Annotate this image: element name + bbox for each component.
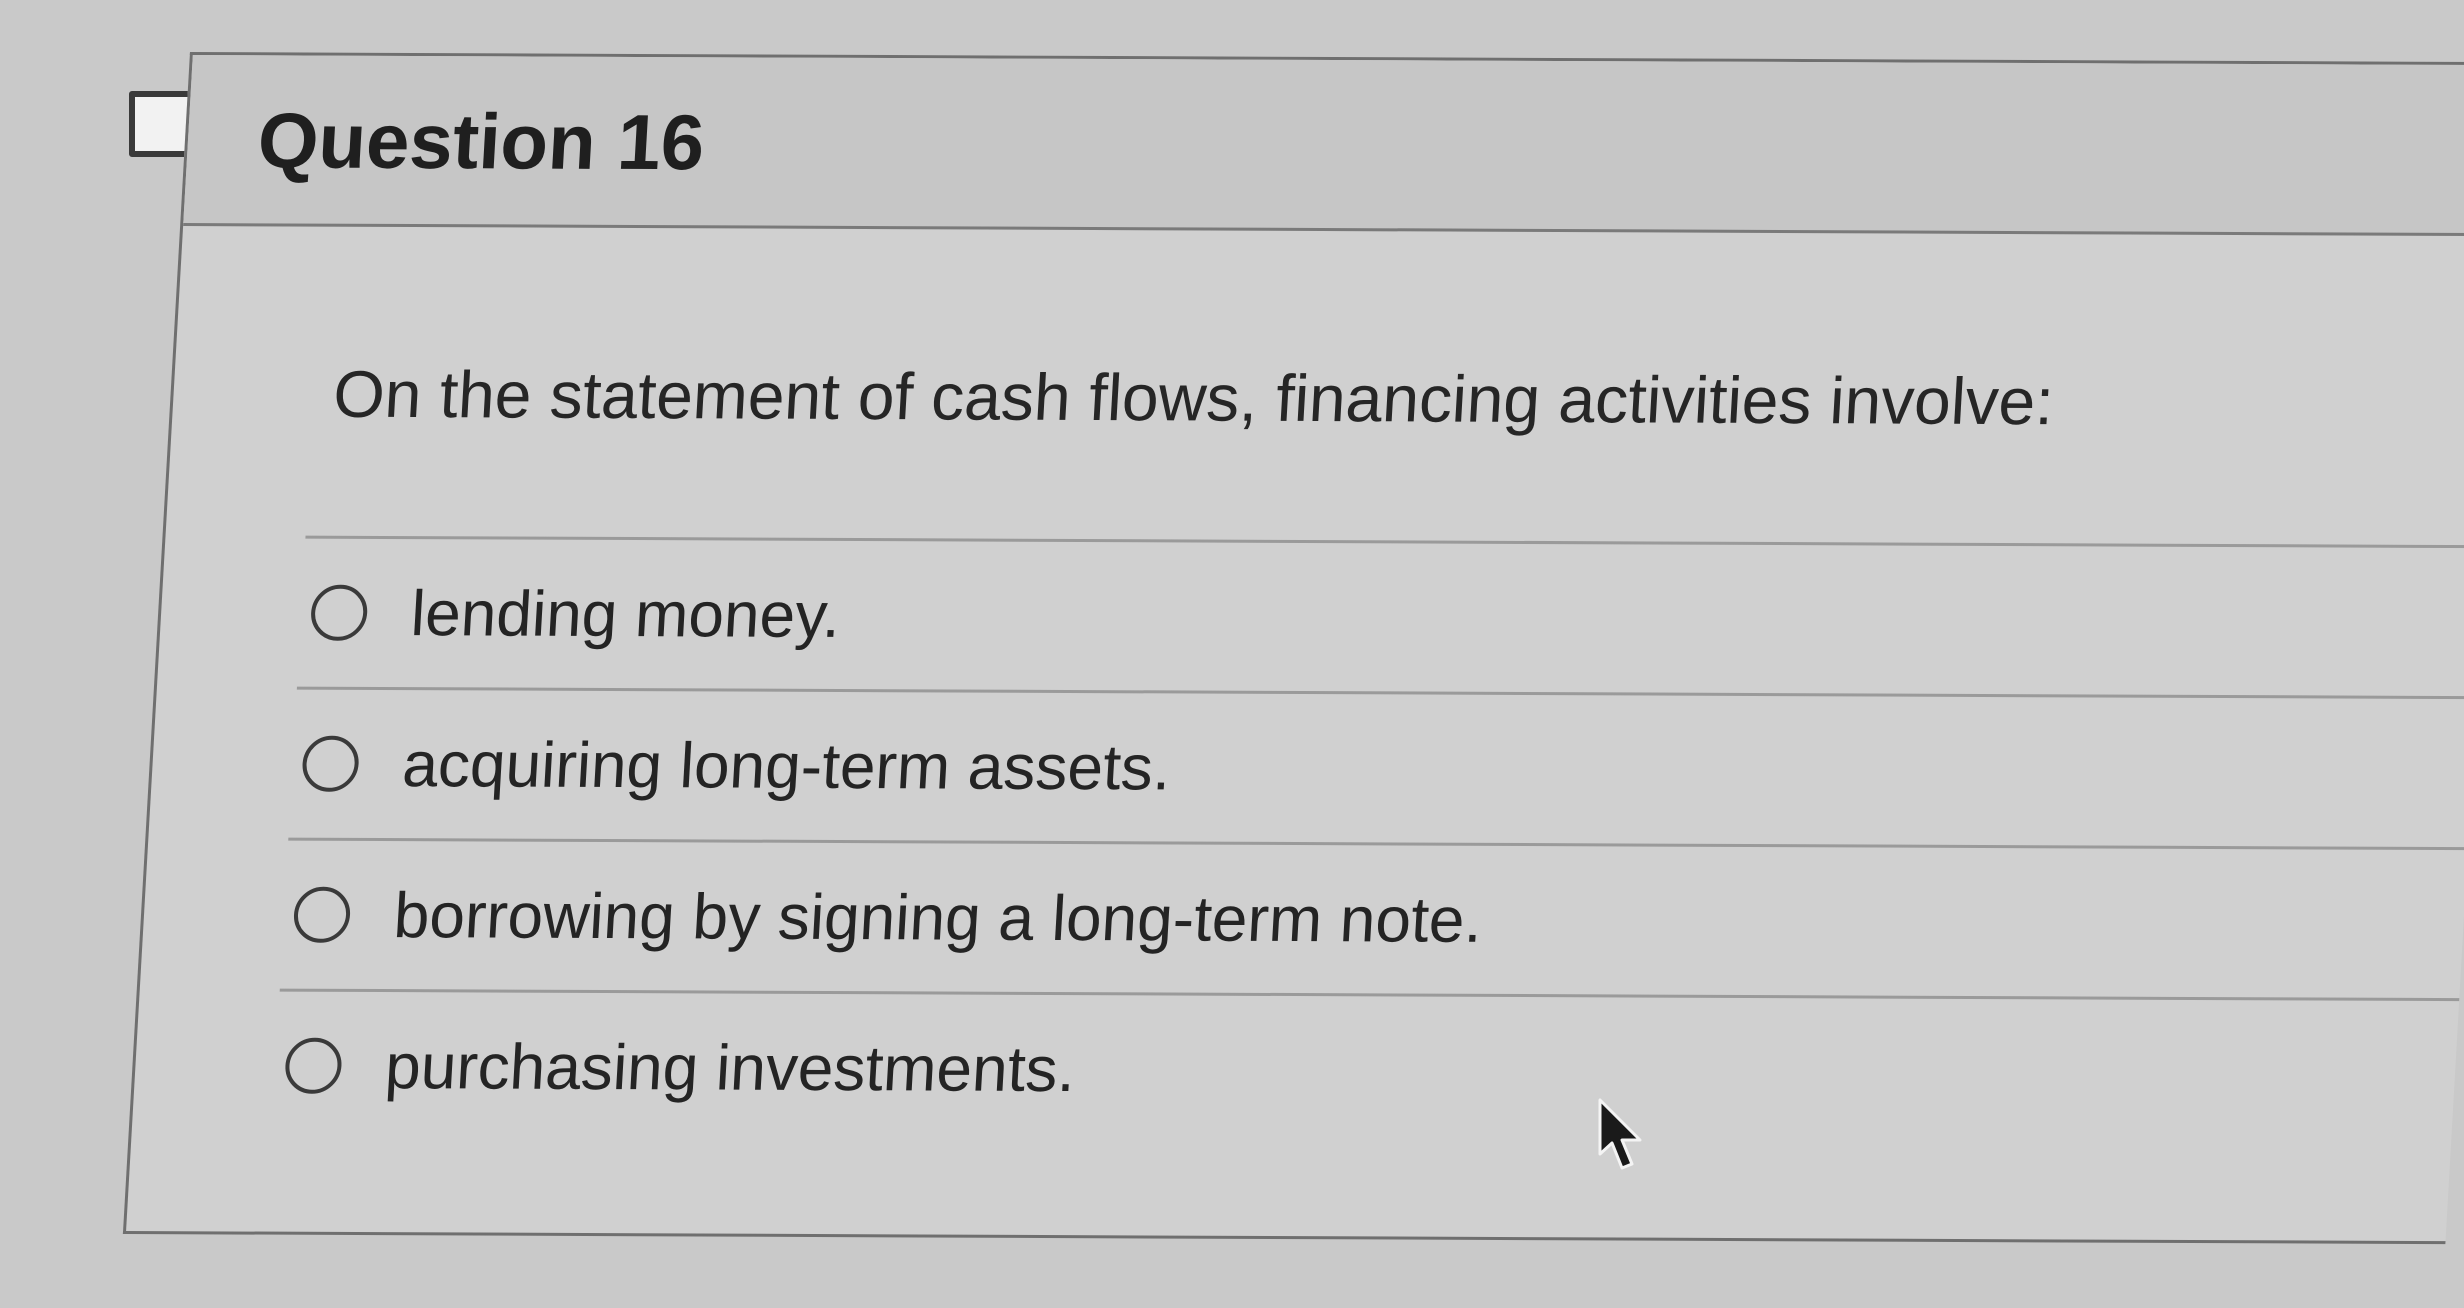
answer-option-acquiring-long-term-assets[interactable]: acquiring long-term assets. xyxy=(288,686,2464,848)
answer-label[interactable]: lending money. xyxy=(409,576,842,652)
radio-unchecked-icon[interactable] xyxy=(309,584,369,641)
question-prompt: On the statement of cash flows, financin… xyxy=(331,356,2056,439)
answer-label[interactable]: purchasing investments. xyxy=(383,1029,1077,1106)
radio-unchecked-icon[interactable] xyxy=(283,1037,344,1094)
radio-unchecked-icon[interactable] xyxy=(292,886,352,943)
answer-option-lending-money[interactable]: lending money. xyxy=(296,535,2464,697)
question-card: Question 16 On the statement of cash flo… xyxy=(122,52,2464,1245)
mouse-pointer-icon xyxy=(1596,1098,1646,1174)
question-title: Question 16 xyxy=(255,96,707,187)
answer-option-borrowing-long-term-note[interactable]: borrowing by signing a long-term note. xyxy=(279,837,2464,999)
answer-list: lending money. acquiring long-term asset… xyxy=(271,535,2464,1150)
answer-option-purchasing-investments[interactable]: purchasing investments. xyxy=(271,988,2460,1150)
answer-label[interactable]: borrowing by signing a long-term note. xyxy=(392,878,1485,957)
question-header: Question 16 xyxy=(183,55,2464,237)
radio-unchecked-icon[interactable] xyxy=(301,735,361,792)
answer-label[interactable]: acquiring long-term assets. xyxy=(400,727,1173,804)
